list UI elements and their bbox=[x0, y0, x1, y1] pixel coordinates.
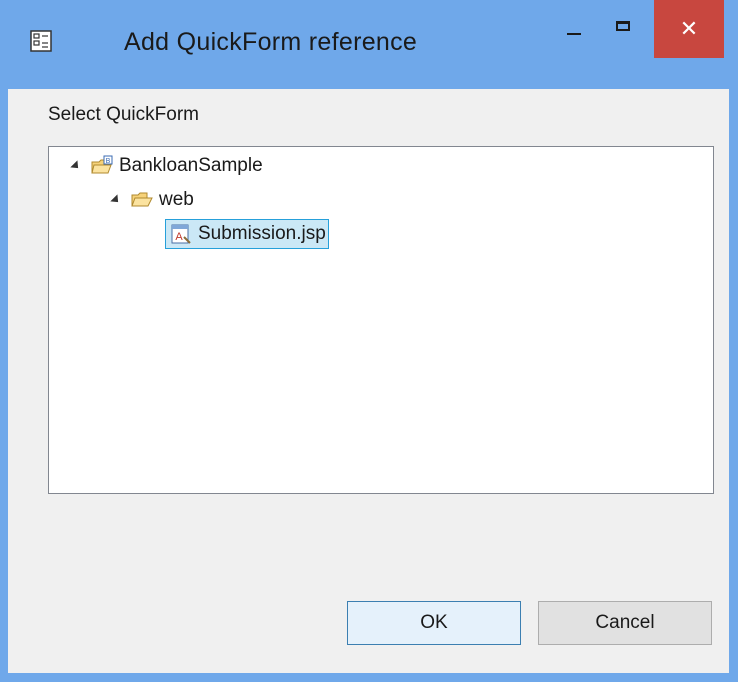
minimize-icon bbox=[567, 33, 581, 35]
cancel-button[interactable]: Cancel bbox=[538, 601, 712, 645]
dialog-body: Select QuickForm B BankloanSample web A … bbox=[8, 89, 729, 673]
tree-item-label: BankloanSample bbox=[119, 155, 263, 176]
tree-item-label: Submission.jsp bbox=[198, 223, 326, 244]
svg-text:A: A bbox=[175, 231, 183, 243]
close-button[interactable]: ✕ bbox=[654, 0, 724, 58]
quickform-tree[interactable]: B BankloanSample web A Submission.jsp bbox=[48, 146, 714, 494]
close-icon: ✕ bbox=[679, 16, 699, 41]
maximize-icon bbox=[616, 21, 630, 31]
maximize-button[interactable] bbox=[600, 0, 646, 58]
tree-item-label: web bbox=[159, 189, 194, 210]
project-icon: B bbox=[91, 155, 113, 174]
app-icon bbox=[30, 30, 52, 52]
title-bar[interactable]: Add QuickForm reference ✕ bbox=[0, 0, 738, 89]
tree-item-file[interactable]: A Submission.jsp bbox=[165, 219, 329, 249]
section-label: Select QuickForm bbox=[48, 104, 199, 125]
minimize-button[interactable] bbox=[552, 0, 596, 58]
tree-item-folder[interactable]: web bbox=[110, 185, 194, 215]
jsp-file-icon: A bbox=[171, 224, 191, 244]
folder-open-icon bbox=[131, 192, 153, 207]
expand-arrow-icon[interactable] bbox=[110, 194, 122, 206]
tree-item-project[interactable]: B BankloanSample bbox=[70, 151, 263, 181]
ok-button[interactable]: OK bbox=[347, 601, 521, 645]
svg-text:B: B bbox=[106, 158, 111, 165]
dialog-window: Add QuickForm reference ✕ Select QuickFo… bbox=[0, 0, 738, 682]
expand-arrow-icon[interactable] bbox=[70, 160, 82, 172]
window-title: Add QuickForm reference bbox=[124, 28, 418, 56]
